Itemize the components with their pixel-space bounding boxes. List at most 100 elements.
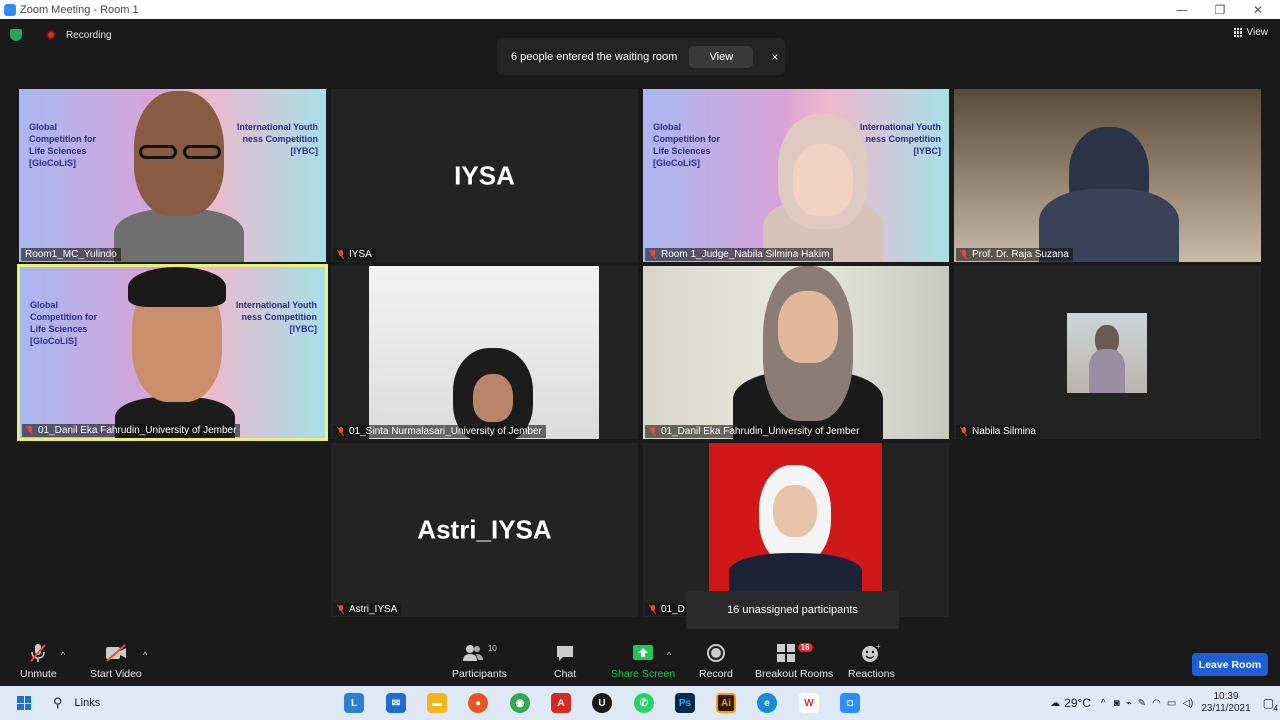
record-label: Record: [699, 668, 733, 680]
photoshop-icon[interactable]: Ps: [675, 693, 695, 713]
notification-center-icon[interactable]: ▢ 4: [1263, 696, 1278, 713]
video-tile-astri[interactable]: Astri_IYSA Astri_IYSA: [331, 443, 638, 617]
app-u-icon[interactable]: U: [592, 693, 612, 713]
weather-icon[interactable]: ☁: [1050, 698, 1060, 709]
notification-view-button[interactable]: View: [689, 45, 754, 68]
video-tile-sinta[interactable]: 01_Sinta Nurmalasari_University of Jembe…: [331, 266, 638, 439]
video-tile-nabila-silmina[interactable]: Nabila Silmina: [954, 266, 1261, 439]
links-toolbar[interactable]: Links: [75, 697, 101, 709]
share-screen-label: Share Screen: [611, 668, 676, 680]
muted-mic-icon: [960, 250, 968, 259]
tray-volume-icon[interactable]: ◁): [1182, 698, 1193, 709]
muted-mic-icon: [27, 642, 49, 664]
whatsapp-icon[interactable]: ✆: [634, 693, 654, 713]
tray-battery-icon[interactable]: ▭: [1167, 698, 1176, 709]
share-screen-button[interactable]: Share Screen: [611, 642, 675, 680]
participant-name: 01_D: [645, 603, 689, 616]
audio-options-chevron-icon[interactable]: ^: [61, 650, 65, 660]
record-icon: [706, 642, 726, 664]
firefox-icon[interactable]: ●: [468, 693, 488, 713]
participants-label: Participants: [452, 668, 507, 680]
participant-name: 01_Danil Eka Fahrudin_University of Jemb…: [645, 425, 864, 438]
recording-label: Recording: [66, 29, 112, 41]
illustrator-icon[interactable]: Ai: [716, 693, 736, 713]
reactions-button[interactable]: + Reactions: [848, 642, 895, 680]
file-explorer-icon[interactable]: ▬: [427, 693, 447, 713]
muted-mic-icon: [649, 427, 657, 436]
breakout-rooms-icon: 16: [776, 642, 813, 664]
video-tile-danil-active-speaker[interactable]: Global Competition for Life Sciences [Gl…: [17, 264, 328, 441]
notification-close-icon[interactable]: ×: [771, 50, 778, 64]
breakout-rooms-label: Breakout Rooms: [755, 668, 834, 680]
start-menu-icon[interactable]: [17, 696, 31, 710]
reactions-label: Reactions: [848, 668, 895, 680]
banner-text-left: Global Competition for Life Sciences [Gl…: [29, 122, 96, 168]
breakout-rooms-button[interactable]: 16 Breakout Rooms: [755, 642, 833, 680]
glasses: [183, 145, 221, 159]
video-tile-danil-2[interactable]: 01_Danil Eka Fahrudin_University of Jemb…: [643, 266, 949, 439]
window-titlebar: Zoom Meeting - Room 1 — ❐ ✕: [0, 0, 1280, 19]
clock-time: 10:39: [1213, 691, 1239, 702]
tray-usb-icon[interactable]: ⌁: [1126, 698, 1132, 709]
maximize-button[interactable]: ❐: [1200, 0, 1240, 19]
participant-name: Room 1_Judge_Nabila Silmina Hakim: [645, 248, 834, 261]
system-tray: ☁ 29°C ^ ◙ ⌁ ✎ ◠ ▭ ◁) 10:39 23/11/2021 ▢…: [1050, 686, 1280, 720]
breakout-tooltip: 16 unassigned participants: [686, 591, 899, 629]
video-tile-mc-yulindo[interactable]: Global Competition for Life Sciences [Gl…: [19, 89, 326, 262]
unmute-button[interactable]: Unmute: [20, 642, 57, 680]
edge-icon[interactable]: e: [757, 693, 777, 713]
participant-name: Room1_MC_Yulindo: [21, 248, 121, 261]
participants-button[interactable]: 10 Participants: [452, 642, 507, 681]
minimize-button[interactable]: —: [1162, 0, 1202, 19]
wps-office-icon[interactable]: W: [799, 693, 819, 713]
participant-name: Nabila Silmina: [956, 425, 1040, 438]
view-layout-button[interactable]: View: [1233, 27, 1269, 38]
profile-picture: [1067, 313, 1147, 393]
notification-text: 6 people entered the waiting room: [511, 50, 678, 63]
video-tile-iysa[interactable]: IYSA IYSA: [331, 89, 638, 262]
acrobat-icon[interactable]: A: [551, 693, 571, 713]
record-button[interactable]: Record: [699, 642, 733, 680]
muted-mic-icon: [337, 427, 345, 436]
tray-wifi-icon[interactable]: ◠: [1152, 698, 1161, 709]
participant-face: [778, 291, 838, 363]
chrome-icon[interactable]: ◉: [510, 693, 530, 713]
launcher-l-icon[interactable]: L: [344, 693, 364, 713]
zoom-taskbar-icon[interactable]: ◘: [840, 693, 860, 713]
participant-video: [114, 209, 244, 262]
zoom-app-icon: [4, 3, 16, 16]
participant-face: [473, 374, 513, 422]
encryption-shield-icon[interactable]: [10, 29, 22, 41]
mail-icon[interactable]: ✉: [386, 693, 406, 713]
close-window-button[interactable]: ✕: [1238, 0, 1278, 19]
participant-display-name: Astri_IYSA: [417, 514, 552, 545]
tray-pen-icon[interactable]: ✎: [1138, 698, 1146, 709]
chat-button[interactable]: Chat: [554, 642, 576, 680]
start-video-button[interactable]: Start Video: [90, 642, 142, 680]
weather-temp[interactable]: 29°C: [1064, 696, 1091, 710]
hair: [128, 267, 226, 307]
chat-icon: [554, 642, 576, 664]
glasses: [139, 145, 177, 159]
tray-camera-icon[interactable]: ◙: [1114, 698, 1120, 709]
video-off-icon: [104, 642, 128, 664]
tray-chevron-up-icon[interactable]: ^: [1101, 698, 1106, 709]
chat-label: Chat: [554, 668, 577, 680]
clock[interactable]: 10:39 23/11/2021: [1201, 691, 1250, 715]
leave-room-button[interactable]: Leave Room: [1192, 653, 1268, 676]
share-options-chevron-icon[interactable]: ^: [667, 650, 671, 660]
grid-view-icon: [1233, 28, 1243, 37]
video-tile-judge-nabila[interactable]: Global Competition for Life Sciences [Gl…: [643, 89, 949, 262]
participants-icon: 10: [462, 642, 497, 664]
view-layout-label: View: [1246, 27, 1269, 38]
video-tile-raja-suzana[interactable]: Prof. Dr. Raja Suzana: [954, 89, 1261, 262]
svg-text:+: +: [876, 643, 881, 651]
muted-mic-icon: [337, 250, 345, 259]
participant-name: 01_Sinta Nurmalasari_University of Jembe…: [333, 425, 546, 438]
recording-icon: [46, 30, 56, 40]
participant-name: IYSA: [333, 248, 376, 261]
top-status-bar: Recording: [10, 29, 112, 41]
video-options-chevron-icon[interactable]: ^: [143, 650, 147, 660]
search-icon[interactable]: ⚲: [53, 695, 63, 711]
reactions-icon: +: [860, 642, 882, 664]
